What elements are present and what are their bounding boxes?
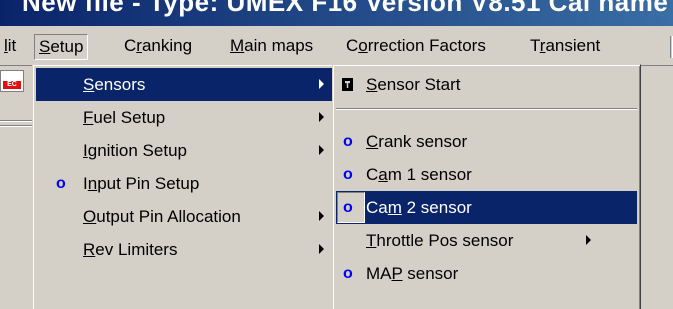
radio-bullet-icon: o (56, 175, 66, 192)
radio-bullet-icon: o (343, 133, 353, 150)
submenu-arrow-icon (586, 235, 591, 245)
menu-cranking[interactable]: Cranking (120, 34, 196, 60)
menu-item-cam2-sensor[interactable]: o Cam 2 sensor (336, 191, 637, 224)
submenu-arrow-icon (319, 211, 324, 221)
menu-setup[interactable]: Setup (34, 34, 89, 60)
radio-bullet-icon: o (343, 166, 353, 183)
menu-item-output-pin-allocation[interactable]: Output Pin Allocation (36, 200, 338, 233)
title-bar: New file - Type: UMEX F16 Version V8.51 … (0, 0, 673, 26)
sensors-submenu: Sensor Start o Crank sensor o Cam 1 sens… (332, 64, 641, 309)
menu-item-throttle-pos-sensor[interactable]: Throttle Pos sensor (336, 224, 637, 257)
window-title: New file - Type: UMEX F16 Version V8.51 … (22, 0, 669, 17)
radio-bullet-icon: o (343, 265, 353, 282)
menu-item-sensors[interactable]: Sensors (36, 68, 338, 101)
menu-item-rev-limiters[interactable]: Rev Limiters (36, 233, 338, 266)
menu-item-crank-sensor[interactable]: o Crank sensor (336, 125, 637, 158)
menu-item-ignition-setup[interactable]: Ignition Setup (36, 134, 338, 167)
toolbar-grip (0, 120, 32, 130)
ecu-icon-label: EC (3, 81, 21, 89)
menu-item-map-sensor[interactable]: o MAP sensor (336, 257, 637, 290)
ecu-toolbar-icon[interactable]: EC (0, 70, 24, 92)
submenu-arrow-icon (319, 79, 324, 89)
menu-transient[interactable]: Transient (526, 34, 604, 60)
menu-edit[interactable]: lit (0, 34, 20, 60)
menu-main-maps[interactable]: Main maps (226, 34, 317, 60)
setup-menu: Sensors Fuel Setup Ignition Setup o Inpu… (32, 64, 342, 309)
menu-item-fuel-setup[interactable]: Fuel Setup (36, 101, 338, 134)
submenu-arrow-icon (319, 145, 324, 155)
menu-bar: lit Setup Cranking Main maps Correction … (0, 26, 673, 66)
menu-item-cam1-sensor[interactable]: o Cam 1 sensor (336, 158, 637, 191)
menu-separator (336, 108, 637, 110)
menu-correction-factors[interactable]: Correction Factors (342, 34, 490, 60)
radio-bullet-icon: o (343, 199, 353, 216)
menu-item-input-pin-setup[interactable]: o Input Pin Setup (36, 167, 338, 200)
checkbox-icon (342, 78, 353, 91)
menu-item-sensor-start[interactable]: Sensor Start (336, 68, 637, 101)
submenu-arrow-icon (319, 244, 324, 254)
submenu-arrow-icon (319, 112, 324, 122)
